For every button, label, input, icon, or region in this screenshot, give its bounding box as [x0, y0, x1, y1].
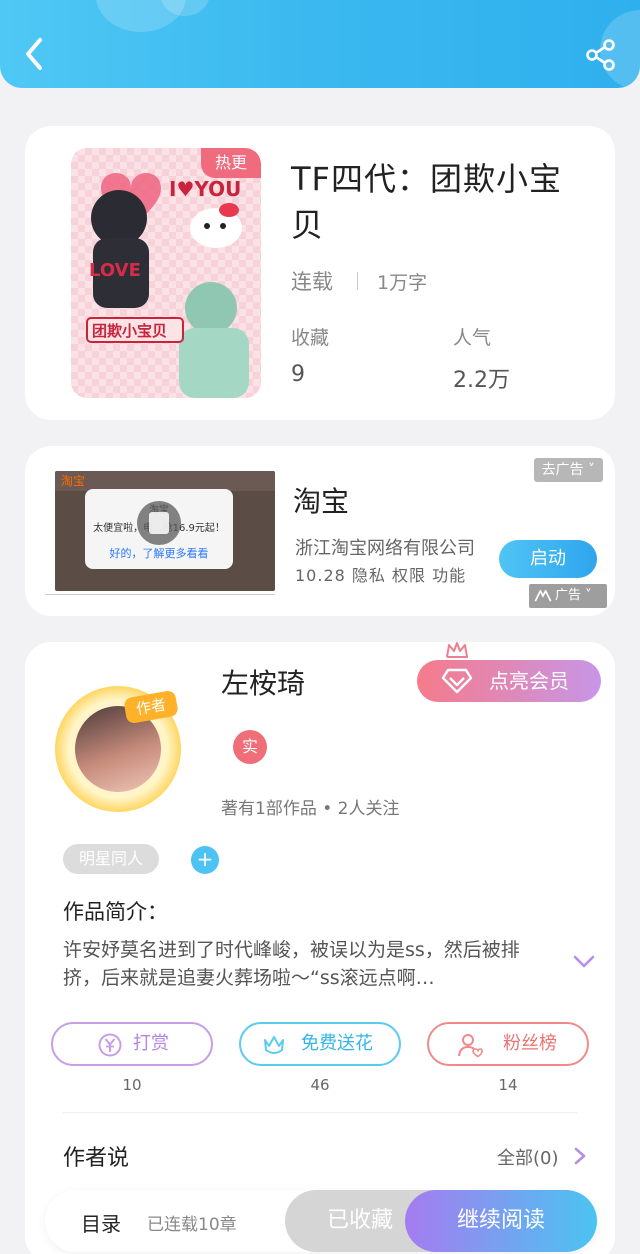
verified-badge: 实 [233, 730, 267, 764]
yen-icon [98, 1033, 122, 1057]
send-flower-button[interactable]: 免费送花 [239, 1022, 401, 1066]
play-icon[interactable] [137, 501, 181, 545]
cover-illustration: I♥YOU LOVE 团欺小宝贝 [86, 173, 249, 398]
popularity-label: 人气 [453, 327, 492, 349]
cover-badge: 热更 [201, 148, 261, 178]
author-says-title: 作者说 [63, 1146, 130, 1171]
book-status: 连载 [291, 270, 333, 294]
ad-tag-label: 广告 ˅ [555, 588, 592, 603]
header-bar [0, 0, 640, 88]
svg-text:团欺小宝贝: 团欺小宝贝 [92, 322, 167, 340]
launch-button[interactable]: 启动 [499, 540, 597, 578]
ad-card[interactable]: 淘宝 淘宝 太便宜啦，电...抢16.9元起！ 好的，了解更多看看 淘宝 浙江淘… [25, 446, 615, 616]
bottom-action-bar: 目录 已连载10章 已收藏 继续阅读 [45, 1190, 597, 1252]
chevron-right-icon[interactable] [573, 1146, 587, 1166]
continue-reading-button[interactable]: 继续阅读 [405, 1190, 597, 1252]
crown-icon [446, 642, 468, 658]
divider [45, 594, 275, 595]
ad-image[interactable]: 淘宝 淘宝 太便宜啦，电...抢16.9元起！ 好的，了解更多看看 [55, 471, 275, 591]
divider [357, 272, 358, 290]
author-name: 左桉琦 [221, 667, 306, 700]
book-cover[interactable]: I♥YOU LOVE 团欺小宝贝 热更 [71, 148, 261, 398]
author-card: 作者 左桉琦 点亮会员 实 著有1部作品 • 2人关注 明星同人 + 作品简介：… [25, 642, 615, 1254]
remove-ad-button[interactable]: 去广告 ˅ [533, 458, 603, 482]
book-word-count: 1万字 [377, 272, 428, 294]
intro-title: 作品简介： [63, 900, 168, 924]
ad-logo-icon [534, 590, 552, 602]
all-comments-link[interactable]: 全部(0) [497, 1144, 559, 1170]
serial-info: 已连载10章 [147, 1215, 237, 1235]
share-icon[interactable] [584, 38, 618, 72]
collect-value: 9 [291, 362, 305, 387]
svg-text:I♥YOU: I♥YOU [169, 177, 241, 201]
vip-button[interactable]: 点亮会员 [417, 660, 601, 702]
tip-label: 打赏 [133, 1033, 169, 1054]
send-flower-label: 免费送花 [301, 1033, 373, 1054]
fan-ranking-button[interactable]: 粉丝榜 [427, 1022, 589, 1066]
ad-company: 浙江淘宝网络有限公司 [295, 538, 475, 559]
tip-count: 10 [122, 1076, 142, 1094]
book-title: TF四代：团欺小宝贝 [291, 160, 562, 244]
tip-button[interactable]: 打赏 [51, 1022, 213, 1066]
back-icon[interactable] [20, 36, 50, 72]
author-stats: 著有1部作品 • 2人关注 [221, 799, 400, 819]
intro-text: 许安妤莫名进到了时代峰峻，被误以为是ss，然后被排挤，后来就是追妻火葬场啦～“s… [63, 939, 520, 989]
ad-image-label: 淘宝 [61, 474, 86, 488]
book-info-card: I♥YOU LOVE 团欺小宝贝 热更 TF四代：团欺小宝贝 连载 1万字 收藏… [25, 126, 615, 420]
fan-count: 14 [498, 1076, 518, 1094]
ad-image-topbar [55, 471, 275, 491]
collect-label: 收藏 [291, 327, 330, 349]
user-heart-icon [458, 1034, 483, 1058]
ad-title: 淘宝 [293, 485, 350, 518]
svg-text:LOVE: LOVE [89, 260, 141, 281]
add-tag-button[interactable]: + [191, 846, 219, 874]
divider [63, 1112, 577, 1113]
ad-meta-links[interactable]: 10.28 隐私 权限 功能 [295, 562, 466, 586]
flower-icon [264, 1036, 284, 1054]
ad-tag-button[interactable]: 广告 ˅ [529, 584, 607, 608]
toc-button[interactable]: 目录 [81, 1208, 121, 1237]
ad-dialog-link: 好的，了解更多看看 [109, 547, 209, 560]
flower-count: 46 [310, 1076, 330, 1094]
category-tag[interactable]: 明星同人 [63, 844, 159, 874]
vip-button-label: 点亮会员 [489, 669, 569, 693]
diamond-icon [441, 668, 473, 694]
fan-ranking-label: 粉丝榜 [503, 1033, 557, 1054]
chevron-down-icon[interactable] [573, 954, 595, 970]
popularity-value: 2.2万 [453, 368, 510, 393]
